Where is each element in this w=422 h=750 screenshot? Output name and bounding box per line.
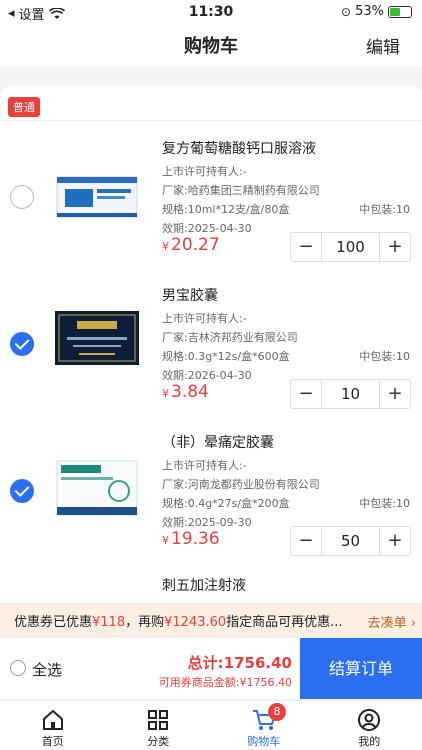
- currency-symbol: ¥: [162, 534, 169, 547]
- quantity-stepper: − 50 +: [290, 526, 411, 556]
- tab-cart[interactable]: 购物车 8: [211, 701, 317, 750]
- cart-card: 普通 复方葡萄糖酸钙口服溶液 上市许可持有人:- 厂家:哈药集团三精制药有限公司…: [0, 86, 422, 606]
- checkout-bar: 全选 总计:1756.40 可用券商品金额:¥1756.40 结算订单: [0, 637, 422, 699]
- profile-icon: [358, 709, 381, 731]
- price-value: 3.84: [171, 382, 209, 402]
- product-expiry: 效期:2026-04-30: [162, 369, 252, 382]
- product-name[interactable]: 复方葡萄糖酸钙口服溶液: [162, 138, 316, 158]
- total-amount: 总计:1756.40: [187, 654, 292, 672]
- cart-item: （非）晕痛定胶囊 上市许可持有人:- 厂家:河南龙都药业股份有限公司 规格:0.…: [0, 423, 422, 571]
- product-maker: 厂家:哈药集团三精制药有限公司: [162, 184, 320, 197]
- nav-bar: 购物车 编辑: [0, 24, 422, 66]
- tab-home[interactable]: 首页: [0, 701, 106, 750]
- category-icon: [148, 710, 169, 730]
- item-checkbox[interactable]: [10, 332, 34, 356]
- product-image[interactable]: [55, 459, 139, 519]
- decrease-button[interactable]: −: [291, 380, 321, 408]
- edit-button[interactable]: 编辑: [366, 33, 400, 58]
- increase-button[interactable]: +: [380, 233, 410, 261]
- quantity-stepper: − 100 +: [290, 232, 411, 262]
- currency-symbol: ¥: [162, 387, 169, 400]
- product-price: ¥3.84: [162, 382, 209, 402]
- increase-button[interactable]: +: [380, 380, 410, 408]
- tab-label: 首页: [41, 735, 64, 748]
- decrease-button[interactable]: −: [291, 233, 321, 261]
- product-expiry: 效期:2025-04-30: [162, 222, 252, 235]
- tab-label: 购物车: [247, 735, 281, 748]
- product-price: ¥20.27: [162, 235, 220, 255]
- coupon-mid: ，再购: [125, 614, 165, 630]
- add-more-label: 去凑单: [367, 616, 407, 631]
- tab-profile[interactable]: 我的: [317, 701, 422, 750]
- increase-button[interactable]: +: [380, 527, 410, 555]
- page-title: 购物车: [184, 36, 238, 57]
- product-pack: 中包装:10: [359, 497, 410, 510]
- product-maker: 厂家:河南龙都药业股份有限公司: [162, 478, 320, 491]
- product-spec: 规格:0.3g*12s/盒*600盒: [162, 350, 290, 363]
- product-image[interactable]: [55, 167, 139, 227]
- cart-item: 男宝胶囊 上市许可持有人:- 厂家:吉林济邦药业有限公司 规格:0.3g*12s…: [0, 276, 422, 424]
- product-expiry: 效期:2025-09-30: [162, 516, 252, 529]
- product-holder: 上市许可持有人:-: [162, 459, 247, 472]
- quantity-input[interactable]: 10: [321, 380, 380, 408]
- product-holder: 上市许可持有人:-: [162, 312, 247, 325]
- select-all-label[interactable]: 全选: [32, 659, 62, 680]
- item-checkbox[interactable]: [10, 185, 34, 209]
- cart-item: 刺五加注射液: [0, 570, 422, 606]
- home-icon: [42, 710, 63, 730]
- quantity-stepper: − 10 +: [290, 379, 411, 409]
- product-pack: 中包装:10: [359, 203, 410, 216]
- quantity-input[interactable]: 100: [321, 233, 380, 261]
- divider: [0, 120, 422, 121]
- tab-label: 分类: [147, 735, 170, 748]
- checkout-button[interactable]: 结算订单: [300, 638, 422, 699]
- tab-label: 我的: [358, 735, 381, 748]
- product-image[interactable]: [55, 309, 139, 369]
- add-more-link[interactable]: 去凑单 ›: [368, 612, 416, 631]
- product-price: ¥19.36: [162, 529, 220, 549]
- coupon-text: 优惠券已优惠¥118，再购¥1243.60指定商品可再优惠...: [14, 611, 354, 630]
- product-name[interactable]: （非）晕痛定胶囊: [162, 432, 274, 452]
- orientation-lock-icon: ⊙: [341, 4, 352, 19]
- status-bar: ◂ 设置 11:30 ⊙ 53%: [0, 0, 422, 24]
- quantity-input[interactable]: 50: [321, 527, 380, 555]
- product-spec: 规格:10ml*12支/盒/80盒: [162, 203, 290, 216]
- coupon-amount-needed: ¥1243.60: [164, 614, 227, 630]
- chevron-right-icon: ›: [406, 616, 416, 631]
- price-value: 20.27: [171, 235, 220, 255]
- battery-icon: [388, 5, 412, 18]
- product-spec: 规格:0.4g*27s/盒*200盒: [162, 497, 290, 510]
- tab-bar: 首页 分类 购物车 8 我的: [0, 700, 422, 750]
- category-tag: 普通: [8, 97, 40, 117]
- select-all-checkbox[interactable]: [10, 660, 26, 676]
- coupon-prefix: 优惠券已优惠: [14, 614, 93, 630]
- product-name[interactable]: 男宝胶囊: [162, 285, 218, 305]
- product-pack: 中包装:10: [359, 350, 410, 363]
- coupon-suffix: 指定商品可再优惠...: [226, 614, 343, 630]
- coupon-eligible-amount: 可用券商品金额:¥1756.40: [158, 676, 292, 689]
- coupon-bar[interactable]: 优惠券已优惠¥118，再购¥1243.60指定商品可再优惠... 去凑单 ›: [0, 603, 422, 637]
- product-name[interactable]: 刺五加注射液: [162, 575, 246, 595]
- product-maker: 厂家:吉林济邦药业有限公司: [162, 331, 298, 344]
- decrease-button[interactable]: −: [291, 527, 321, 555]
- coupon-amount-saved: ¥118: [92, 614, 126, 630]
- price-value: 19.36: [171, 529, 220, 549]
- battery-fill: [390, 7, 401, 16]
- battery-percent: 53%: [355, 4, 384, 19]
- cart-item: 复方葡萄糖酸钙口服溶液 上市许可持有人:- 厂家:哈药集团三精制药有限公司 规格…: [0, 129, 422, 277]
- item-checkbox[interactable]: [10, 479, 34, 503]
- cart-count-badge: 8: [268, 703, 286, 721]
- product-holder: 上市许可持有人:-: [162, 165, 247, 178]
- tab-category[interactable]: 分类: [106, 701, 212, 750]
- currency-symbol: ¥: [162, 240, 169, 253]
